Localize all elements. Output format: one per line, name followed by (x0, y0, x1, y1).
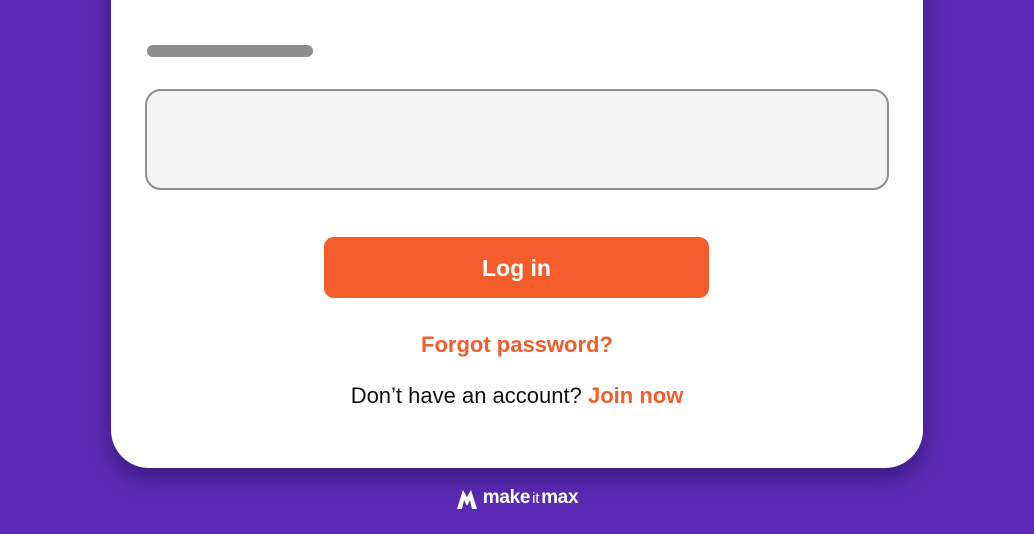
forgot-password-link[interactable]: Forgot password? (111, 331, 923, 359)
no-account-text: Don’t have an account? (350, 383, 582, 408)
brand-word-make: make (482, 487, 531, 508)
join-now-link[interactable]: Join now (588, 383, 683, 408)
join-prompt: Don’t have an account? Join now (111, 382, 923, 410)
field-label-placeholder (147, 45, 313, 57)
login-card: Log in Forgot password? Don’t have an ac… (111, 0, 923, 468)
brand-wordmark: make it max (482, 486, 579, 511)
password-input[interactable] (145, 89, 889, 190)
brand-footer: make it max (0, 486, 1034, 511)
brand-word-it: it (532, 490, 540, 507)
login-button[interactable]: Log in (324, 237, 709, 298)
mountain-m-logo-icon (456, 488, 478, 510)
brand-word-max: max (541, 487, 579, 508)
